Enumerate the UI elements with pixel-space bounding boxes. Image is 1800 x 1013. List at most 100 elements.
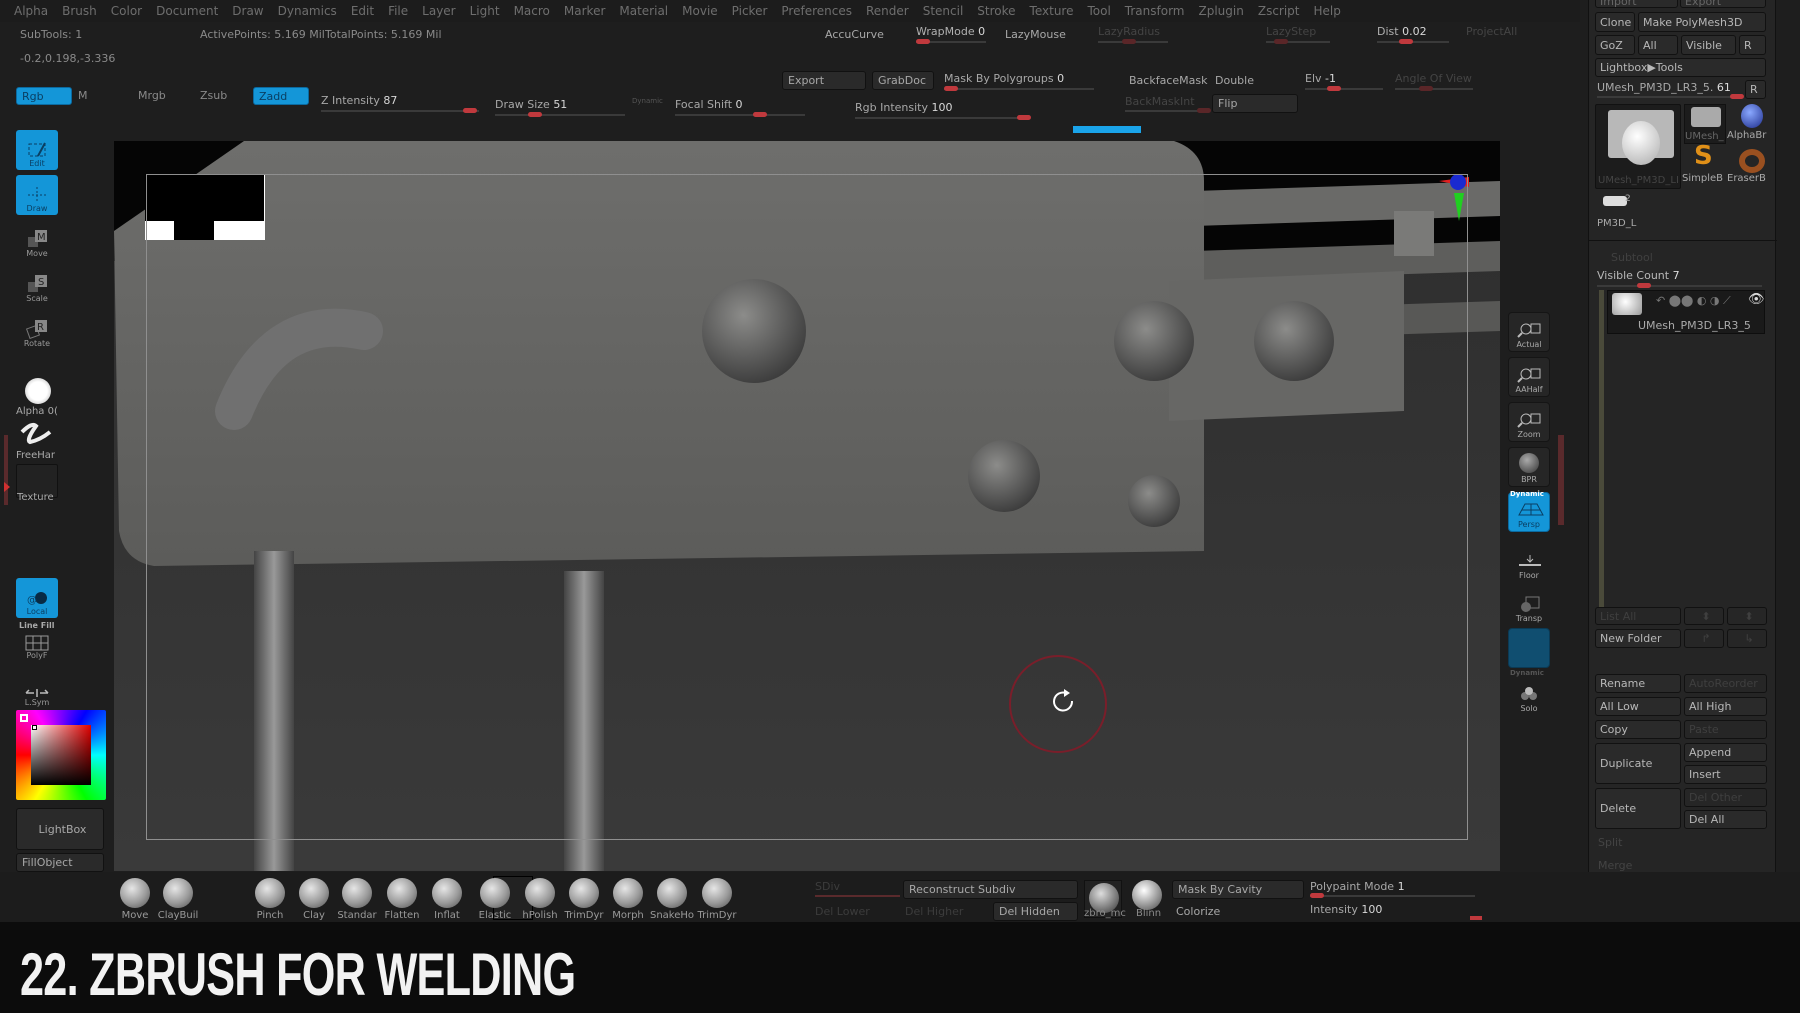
move-down-button[interactable]: ⬍ [1727,607,1767,625]
menu-movie[interactable]: Movie [682,4,718,18]
menu-texture[interactable]: Texture [1030,4,1074,18]
menu-dynamics[interactable]: Dynamics [278,4,337,18]
polypaint-mode-slider[interactable] [1310,893,1475,898]
subtool-item[interactable]: ↶ ⬤⬤ ◐ ◑ ⟋ 👁 UMesh_PM3D_LR3_5 [1607,290,1765,334]
color-cursor[interactable] [32,725,37,730]
list-all-button[interactable]: List All [1595,607,1681,625]
view-button-bpr[interactable]: BPR [1508,447,1550,487]
lightbox-button[interactable]: LightBox [16,808,104,850]
menu-picker[interactable]: Picker [732,4,768,18]
menu-color[interactable]: Color [111,4,142,18]
projectall-button[interactable]: ProjectAll [1466,25,1517,38]
color-picker[interactable] [16,710,106,800]
color-saturation-square[interactable] [31,725,91,785]
m-toggle[interactable]: M [78,89,88,102]
slider-knob[interactable] [1637,283,1651,288]
menu-zplugin[interactable]: Zplugin [1199,4,1244,18]
draw-size-slider[interactable] [495,112,625,117]
reconstruct-subdiv-button[interactable]: Reconstruct Subdiv [903,880,1078,899]
fillobject-button[interactable]: FillObject [16,853,104,872]
main-color-swatch[interactable] [20,714,28,722]
view-button-transp[interactable]: Transp [1508,585,1550,625]
local-button[interactable]: @ Local [16,578,58,618]
slider-knob[interactable] [1730,94,1744,99]
import-button[interactable]: Import [1595,0,1678,8]
alpha-icon[interactable] [25,378,51,404]
visible-count-slider[interactable] [1597,283,1762,288]
merge-section[interactable]: Merge [1598,859,1632,872]
rename-button[interactable]: Rename [1595,674,1681,693]
move-up-button[interactable]: ⬍ [1684,607,1724,625]
menu-transform[interactable]: Transform [1125,4,1185,18]
lightbox-tools-button[interactable]: Lightbox▶Tools [1595,58,1766,77]
copy-button[interactable]: Copy [1595,720,1681,739]
focal-shift-slider[interactable] [675,112,805,117]
visibility-eye-icon[interactable]: 👁 [1748,292,1765,307]
brush-hpolish[interactable]: hPolish [518,878,562,921]
brush-trimdyr[interactable]: TrimDyr [695,878,739,921]
brush-elastic[interactable]: Elastic [473,878,517,921]
view-button-ghost[interactable] [1508,628,1550,668]
del-all-button[interactable]: Del All [1684,810,1767,829]
flip-button[interactable]: Flip [1212,94,1298,113]
sdiv-slider[interactable] [815,895,900,897]
backfacemask-button[interactable]: BackfaceMask [1124,71,1208,90]
view-button-persp[interactable]: Persp [1508,492,1550,532]
menu-help[interactable]: Help [1314,4,1341,18]
dynamic-label[interactable]: Dynamic [632,97,663,105]
rotate-button[interactable]: R Rotate [16,310,58,350]
zadd-toggle[interactable]: Zadd [253,87,309,105]
slider-knob[interactable] [1310,893,1324,898]
left-dock-handle[interactable] [4,435,8,505]
menu-draw[interactable]: Draw [232,4,263,18]
menu-light[interactable]: Light [470,4,500,18]
lazystep-slider[interactable] [1266,39,1330,44]
split-section[interactable]: Split [1598,836,1622,849]
autoreorder-button[interactable]: AutoReorder [1684,674,1767,693]
elv-slider[interactable] [1305,86,1383,91]
paste-button[interactable]: Paste [1684,720,1767,739]
del-other-button[interactable]: Del Other [1684,788,1767,807]
slider-knob[interactable] [1197,108,1211,113]
draw-button[interactable]: Draw [16,175,58,215]
goz-visible-button[interactable]: Visible [1681,35,1736,55]
menu-brush[interactable]: Brush [62,4,97,18]
menu-stencil[interactable]: Stencil [923,4,964,18]
angle-of-view-slider[interactable] [1395,86,1473,91]
slider-knob[interactable] [528,112,542,117]
mask-polygroups-slider[interactable] [944,86,1094,91]
slider-knob[interactable] [1274,39,1288,44]
slider-knob[interactable] [1017,115,1031,120]
append-button[interactable]: Append [1684,743,1767,762]
lsym-button[interactable]: L.Sym [16,675,58,709]
tool-thumb-alphabrush[interactable]: AlphaBr [1727,104,1771,144]
del-higher-button[interactable]: Del Higher [905,905,963,918]
brush-clay[interactable]: Clay [292,878,336,921]
goz-all-button[interactable]: All [1638,35,1678,55]
accucurve-button[interactable]: AccuCurve [820,24,900,44]
move-folder-up-button[interactable]: ↱ [1684,629,1724,648]
polyf-button[interactable]: PolyF [16,628,58,662]
subtool-header[interactable]: Subtool [1611,251,1653,264]
backmaskint-slider[interactable] [1125,108,1211,113]
rgb-intensity-slider[interactable] [855,115,1031,120]
view-button-zoom[interactable]: Zoom [1508,402,1550,442]
right-dock-handle[interactable] [1558,435,1564,525]
goz-button[interactable]: GoZ [1595,35,1635,55]
mask-by-cavity-button[interactable]: Mask By Cavity [1172,880,1304,899]
view-button-aahalf[interactable]: AAHalf [1508,357,1550,397]
tool-thumb-simplebrush[interactable]: S SimpleB [1682,141,1726,187]
scale-button[interactable]: S Scale [16,265,58,305]
rgb-toggle[interactable]: Rgb [16,87,72,105]
subtool-scrollbar[interactable] [1599,290,1604,610]
slider-knob[interactable] [463,108,477,113]
move-folder-down-button[interactable]: ↳ [1727,629,1767,648]
brush-pinch[interactable]: Pinch [248,878,292,921]
tool-thumb-eraserbrush[interactable]: EraserB [1727,147,1771,187]
brush-standar[interactable]: Standar [335,878,379,921]
zsub-toggle[interactable]: Zsub [200,89,227,102]
lazymouse-button[interactable]: LazyMouse [1000,24,1080,44]
goz-r-button[interactable]: R [1739,35,1766,55]
menu-zscript[interactable]: Zscript [1258,4,1300,18]
duplicate-button[interactable]: Duplicate [1595,743,1681,784]
